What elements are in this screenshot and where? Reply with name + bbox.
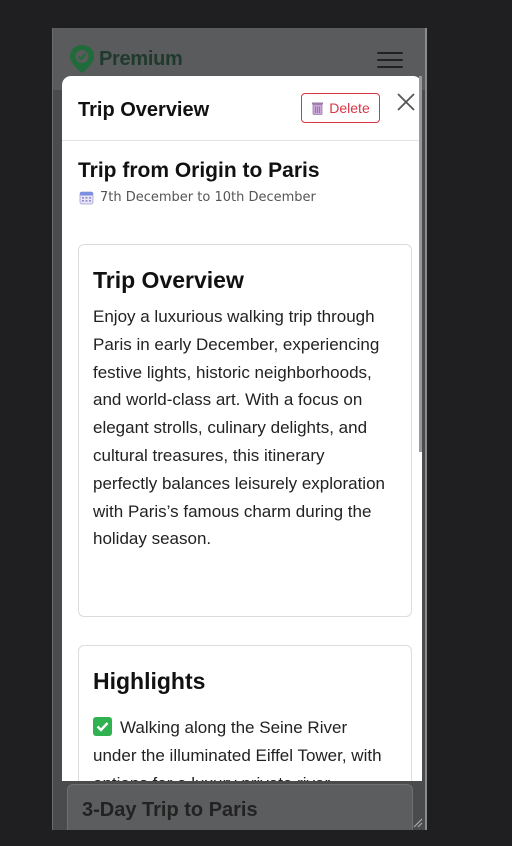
map-pin-logo-icon [70,45,94,73]
hamburger-menu-icon[interactable] [377,52,403,68]
trip-dates-text: 7th December to 10th December [100,190,316,205]
trip-modal: Trip Overview Delete Trip from Origin to… [62,76,422,781]
highlight-item: Walking along the Seine River under the … [93,714,393,781]
logo-text: Premium [99,47,183,70]
overview-card: Trip Overview Enjoy a luxurious walking … [78,244,412,617]
trash-icon [312,102,324,115]
modal-header: Trip Overview Delete [62,76,422,141]
modal-scrollbar[interactable] [419,76,422,452]
trip-title: Trip from Origin to Paris [78,159,320,182]
trip-card[interactable]: 3-Day Trip to Paris [67,784,413,830]
trip-dates: 7th December to 10th December [79,190,316,205]
calendar-icon [79,191,94,205]
modal-title: Trip Overview [78,99,210,121]
checkmark-icon [93,717,112,736]
highlights-card: Highlights Walking along the Seine River… [78,645,412,781]
overview-heading: Trip Overview [93,267,244,293]
highlights-heading: Highlights [93,668,206,694]
resize-grip-icon[interactable] [411,816,423,828]
delete-button[interactable]: Delete [301,93,380,123]
logo[interactable]: Premium [69,44,183,74]
highlight-text: Walking along the Seine River under the … [93,718,382,781]
overview-body: Enjoy a luxurious walking trip through P… [93,307,385,549]
delete-label: Delete [329,100,370,116]
trip-card-title: 3-Day Trip to Paris [82,799,258,821]
close-icon[interactable] [395,91,417,113]
